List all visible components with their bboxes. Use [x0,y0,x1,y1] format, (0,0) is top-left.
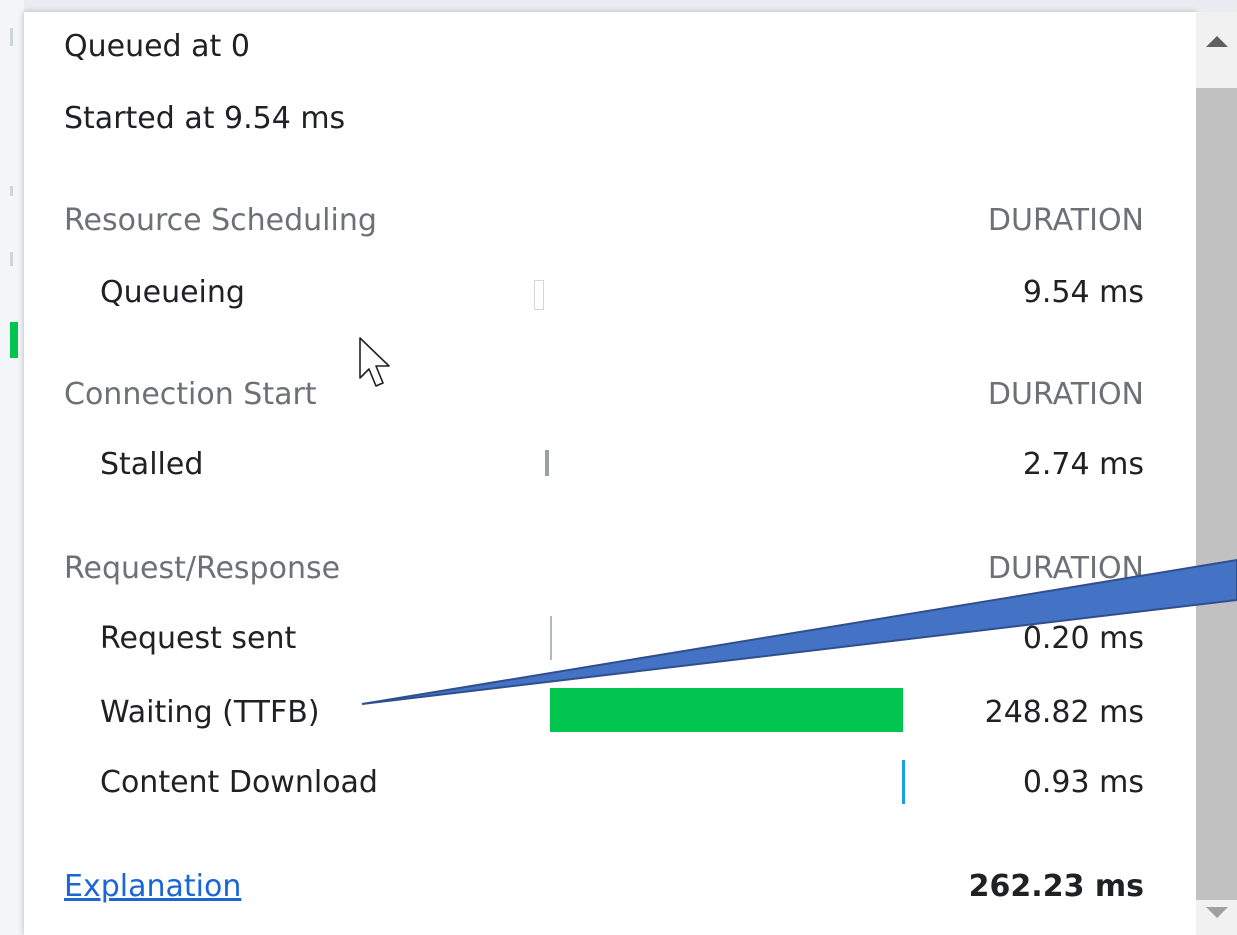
annotation-overlay [359,337,1237,705]
callout-pointer [361,558,1237,705]
mouse-pointer-icon [359,337,390,387]
